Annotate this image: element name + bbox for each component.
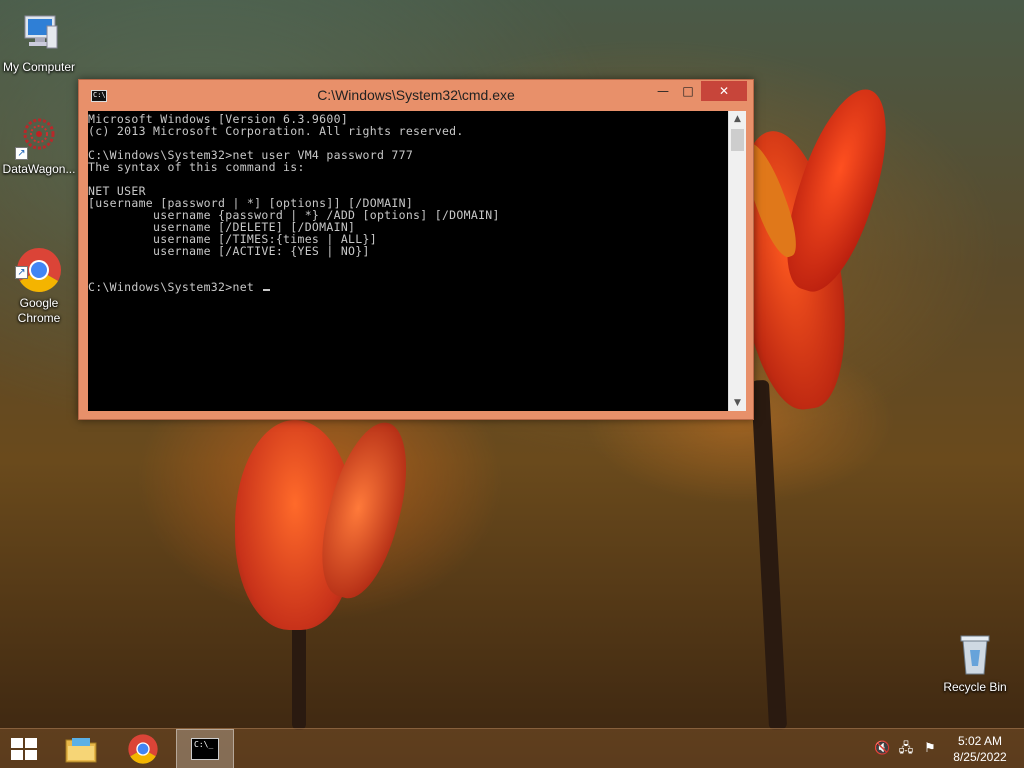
desktop-icon-google-chrome[interactable]: ↗ Google Chrome	[0, 216, 78, 341]
desktop-icon-my-computer[interactable]: My Computer	[0, 10, 78, 75]
computer-icon	[15, 10, 63, 58]
desktop-icon-label: My Computer	[2, 60, 76, 74]
shortcut-arrow-icon: ↗	[15, 147, 28, 160]
desktop-icon-label: Recycle Bin	[943, 680, 1007, 694]
console-line: username [/ACTIVE: {YES | NO}]	[88, 244, 370, 258]
chrome-icon: ↗	[15, 231, 63, 292]
console-line: C:\Windows\System32>net	[88, 280, 262, 294]
taskbar-command-prompt[interactable]: C:\_	[176, 729, 234, 768]
taskbar: C:\_ 🔇 🖧 ⚑ 5:02 AM 8/25/2022	[0, 728, 1024, 768]
network-icon[interactable]: 🖧	[898, 741, 914, 757]
vertical-scrollbar[interactable]: ▲ ▼	[728, 111, 746, 411]
recycle-bin-icon	[951, 630, 999, 678]
desktop-icon-datawagon[interactable]: ↗ DataWagon...	[0, 112, 78, 177]
windows-logo-icon	[11, 738, 37, 760]
clock-date: 8/25/2022	[953, 750, 1007, 764]
maximize-button[interactable]: □	[676, 81, 700, 101]
system-clock[interactable]: 5:02 AM 8/25/2022	[940, 733, 1020, 765]
desktop-icon-label: DataWagon...	[2, 162, 76, 176]
action-center-flag-icon[interactable]: ⚑	[922, 741, 938, 757]
desktop-icon-recycle-bin[interactable]: Recycle Bin	[936, 630, 1014, 695]
volume-muted-icon[interactable]: 🔇	[874, 741, 890, 757]
shortcut-arrow-icon: ↗	[15, 266, 28, 279]
console-output[interactable]: Microsoft Windows [Version 6.3.9600] (c)…	[88, 111, 728, 411]
scroll-down-button[interactable]: ▼	[729, 395, 746, 411]
start-button[interactable]	[0, 729, 48, 768]
close-button[interactable]: ✕	[701, 81, 747, 101]
taskbar-file-explorer[interactable]	[56, 729, 106, 768]
console-text: Microsoft Windows [Version 6.3.9600] (c)…	[88, 113, 500, 293]
scroll-up-button[interactable]: ▲	[729, 111, 746, 127]
minimize-button[interactable]: —	[651, 81, 675, 101]
clock-time: 5:02 AM	[957, 734, 1003, 748]
taskbar-google-chrome[interactable]	[118, 729, 168, 768]
desktop-icon-label: Google Chrome	[17, 296, 61, 325]
title-bar[interactable]: C:\ C:\Windows\System32\cmd.exe — □ ✕	[79, 80, 753, 110]
console-line: The syntax of this command is:	[88, 160, 305, 174]
console-line: (c) 2013 Microsoft Corporation. All righ…	[88, 124, 464, 138]
folder-icon	[65, 738, 97, 763]
scroll-thumb[interactable]	[731, 129, 744, 151]
cmd-window[interactable]: C:\ C:\Windows\System32\cmd.exe — □ ✕ Mi…	[78, 79, 754, 420]
datawagon-icon: ↗	[15, 112, 63, 160]
text-cursor	[263, 289, 271, 291]
chrome-icon	[128, 734, 158, 764]
cmd-icon: C:\_	[191, 738, 219, 760]
